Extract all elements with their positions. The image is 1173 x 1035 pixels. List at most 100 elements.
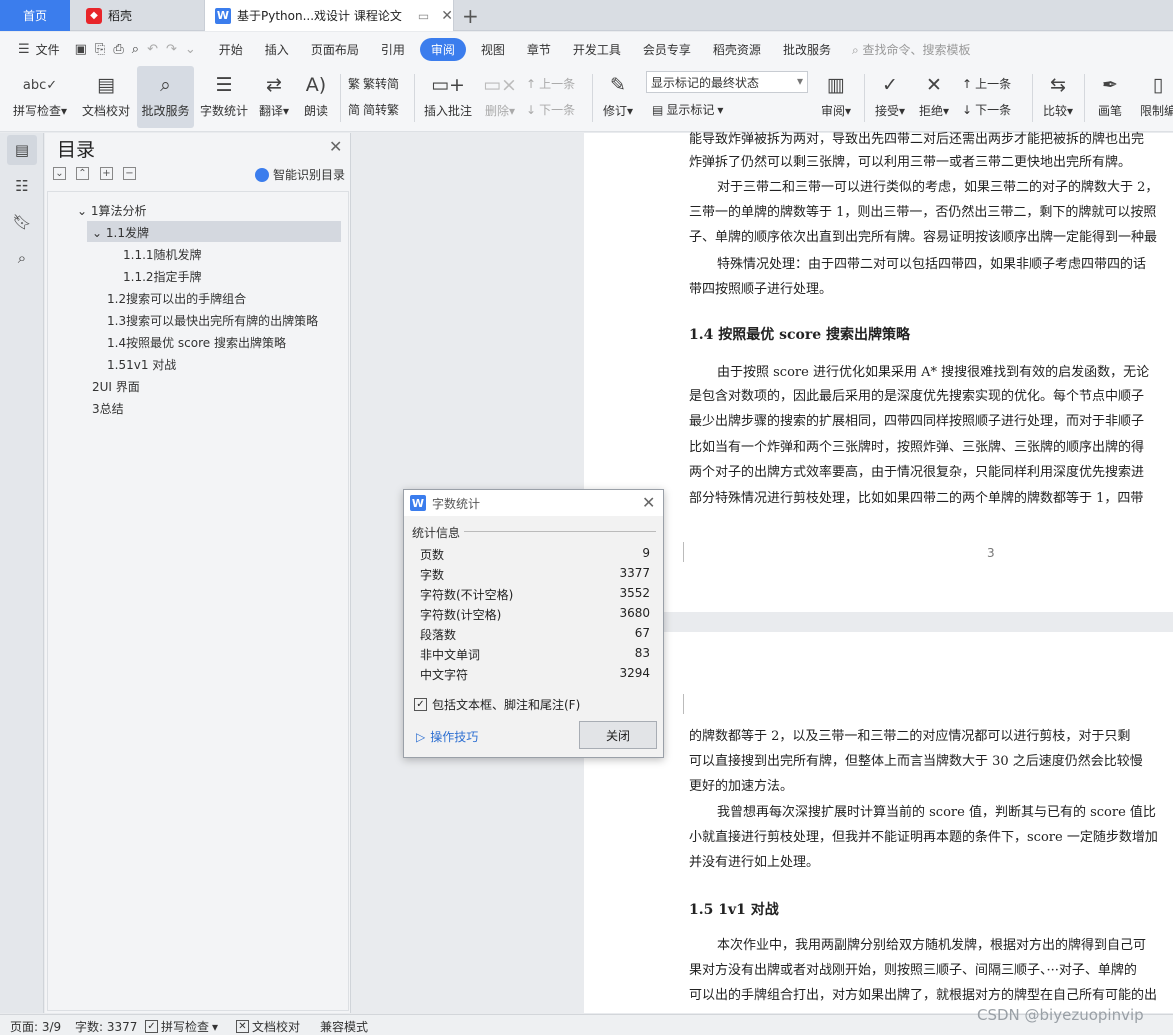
status-doc-proof[interactable]: ✕ 文档校对: [236, 1018, 300, 1035]
more-chevron-icon[interactable]: ⌄: [181, 42, 200, 57]
tips-link[interactable]: ▷ 操作技巧: [416, 728, 478, 745]
find-icon[interactable]: ⌕: [7, 243, 37, 273]
translate-icon: ⇄: [266, 74, 282, 96]
toc-item[interactable]: 3总结: [92, 400, 124, 417]
print-preview-icon[interactable]: ⌕: [128, 42, 143, 57]
read-aloud-icon: A): [305, 74, 327, 96]
tab-close-icon[interactable]: ✕: [441, 8, 453, 24]
delete-comment-button[interactable]: ▭× 删除▾: [480, 66, 520, 128]
undo-icon[interactable]: ↶: [143, 42, 162, 57]
accept-button[interactable]: ✓ 接受▾: [870, 66, 910, 128]
tab-docer[interactable]: ◆ 稻壳: [72, 0, 200, 31]
stat-row: 字符数(不计空格) 3552: [420, 586, 650, 603]
tab-home[interactable]: 首页: [0, 0, 70, 31]
menu-reference[interactable]: 引用: [370, 41, 416, 58]
track-changes-button[interactable]: ✎ 修订▾: [598, 66, 638, 128]
menu-layout[interactable]: 页面布局: [300, 41, 370, 58]
toc-item[interactable]: 1.2搜索可以出的手牌组合: [107, 290, 246, 307]
tab-document[interactable]: W 基于Python...戏设计 课程论文 ▭ ✕: [204, 0, 454, 31]
toc-item-label: 1.1发牌: [105, 226, 149, 240]
insert-comment-button[interactable]: ▭+ 插入批注: [420, 66, 476, 128]
page-indicator[interactable]: 页面: 3/9: [10, 1018, 61, 1035]
status-spell-check[interactable]: ✓ 拼写检查 ▾: [145, 1018, 218, 1035]
tab-pin-icon[interactable]: ▭: [418, 9, 429, 23]
show-markup-button[interactable]: ▤ 显示标记 ▾: [652, 101, 723, 118]
chapter-nav-icon[interactable]: ☷: [7, 171, 37, 201]
read-aloud-label: 朗读: [303, 104, 328, 118]
prev-comment-button[interactable]: ↑ 上一条: [526, 75, 575, 92]
menu-chapter[interactable]: 章节: [516, 41, 562, 58]
toc-item[interactable]: 1.1.2指定手牌: [123, 268, 202, 285]
doc-proof-label: 文档校对: [81, 104, 130, 118]
toc-close-icon[interactable]: ✕: [329, 137, 342, 156]
simp-to-trad-button[interactable]: 简简转繁: [348, 101, 399, 118]
reject-button[interactable]: ✕ 拒绝▾: [914, 66, 954, 128]
next-comment-button[interactable]: ↓ 下一条: [526, 101, 575, 118]
stat-row: 段落数 67: [420, 626, 650, 643]
menu-start[interactable]: 开始: [208, 41, 254, 58]
bookmark-icon[interactable]: 🔖︎: [7, 207, 37, 237]
restrict-editing-button[interactable]: ▯ 限制编: [1138, 66, 1173, 128]
menu-member[interactable]: 会员专享: [632, 41, 702, 58]
delete-comment-icon: ▭×: [483, 74, 517, 96]
trad-simp-icon: 繁: [348, 77, 361, 91]
save-icon[interactable]: ▣: [71, 42, 91, 57]
command-search[interactable]: ⌕ 查找命令、搜索模板: [852, 41, 971, 58]
menu-file[interactable]: 文件: [34, 41, 71, 58]
compare-icon: ⇆: [1050, 74, 1066, 96]
include-textbox-checkbox[interactable]: ✓ 包括文本框、脚注和尾注(F): [414, 696, 580, 713]
toc-item[interactable]: 1.4按照最优 score 搜索出牌策略: [107, 334, 286, 351]
show-markup-label: 显示标记: [666, 103, 715, 117]
menu-review[interactable]: 审阅: [419, 37, 466, 61]
close-button[interactable]: 关闭: [579, 721, 657, 749]
body-text-line: 两个对子的出牌方式效率要高，由于情况很复杂，只能同样利用深度优先搜索进: [689, 465, 1145, 480]
redo-icon[interactable]: ↷: [162, 42, 181, 57]
menu-insert[interactable]: 插入: [254, 41, 300, 58]
page-indicator-label: 页面: 3/9: [10, 1020, 62, 1034]
expand-up-icon[interactable]: ⌃: [76, 167, 89, 180]
toc-item[interactable]: ⌄ 1.1发牌: [92, 224, 149, 241]
dialog-close-icon[interactable]: ✕: [642, 493, 655, 512]
toc-item[interactable]: 1.3搜索可以最快出完所有牌的出牌策略: [107, 312, 318, 329]
body-text-line: 炸弹拆了仍然可以剩三张牌，可以利用三带一或者三带二更快地出完所有牌。: [689, 155, 1132, 170]
prev-change-button[interactable]: ↑ 上一条: [962, 75, 1011, 92]
dropdown-arrow-icon: ▾: [796, 74, 803, 88]
new-tab-button[interactable]: +: [462, 0, 479, 31]
body-text-line: 对于三带二和三带一可以进行类似的考虑，如果三带二的对子的牌数大于 2，: [717, 180, 1159, 195]
show-markup-icon: ▤: [652, 102, 664, 117]
stat-label: 页数: [420, 548, 445, 562]
toc-item[interactable]: 1.51v1 对战: [107, 356, 176, 373]
read-aloud-button[interactable]: A) 朗读: [298, 66, 334, 128]
menu-devtools[interactable]: 开发工具: [562, 41, 632, 58]
compare-button[interactable]: ⇆ 比较▾: [1038, 66, 1078, 128]
menu-docer-resources[interactable]: 稻壳资源: [702, 41, 772, 58]
toc-item[interactable]: 2UI 界面: [92, 378, 140, 395]
review-service-button[interactable]: ⌕ 批改服务: [137, 66, 194, 128]
doc-proof-button[interactable]: ▤ 文档校对: [78, 66, 134, 128]
markup-state-select[interactable]: 显示标记的最终状态 ▾: [646, 71, 808, 93]
menu-view[interactable]: 视图: [470, 41, 516, 58]
document-page[interactable]: [584, 632, 1173, 1013]
dialog-title-bar[interactable]: W 字数统计: [404, 490, 663, 516]
toc-pane-icon[interactable]: ▤: [7, 135, 37, 165]
add-heading-icon[interactable]: +: [100, 167, 113, 180]
pen-button[interactable]: ✒ 画笔: [1092, 66, 1128, 128]
next-change-button[interactable]: ↓ 下一条: [962, 101, 1011, 118]
toc-item[interactable]: 1.1.1随机发牌: [123, 246, 202, 263]
spell-check-button[interactable]: abc✓ 拼写检查▾: [8, 66, 72, 128]
smart-toc-button[interactable]: 智能识别目录: [255, 166, 345, 183]
collapse-all-icon[interactable]: ⌄: [53, 167, 66, 180]
menu-review-service[interactable]: 批改服务: [772, 41, 842, 58]
review-pane-button[interactable]: ▥ 审阅▾: [814, 66, 858, 128]
remove-heading-icon[interactable]: −: [123, 167, 136, 180]
body-text-line: 部分特殊情况进行剪枝处理，比如如果四带二的两个单牌的牌数都等于 1，四带: [689, 491, 1144, 506]
checkbox-checked-icon: ✓: [145, 1020, 158, 1033]
toc-item[interactable]: ⌄ 1算法分析: [77, 202, 147, 219]
trad-to-simp-button[interactable]: 繁繁转简: [348, 75, 399, 92]
word-count-button[interactable]: ☰ 字数统计: [197, 66, 251, 128]
export-pdf-icon[interactable]: ⎘: [91, 42, 109, 57]
translate-button[interactable]: ⇄ 翻译▾: [254, 66, 294, 128]
hamburger-icon[interactable]: ☰: [14, 42, 34, 57]
word-count-indicator[interactable]: 字数: 3377: [75, 1018, 137, 1035]
print-icon[interactable]: ⎙: [109, 42, 127, 57]
